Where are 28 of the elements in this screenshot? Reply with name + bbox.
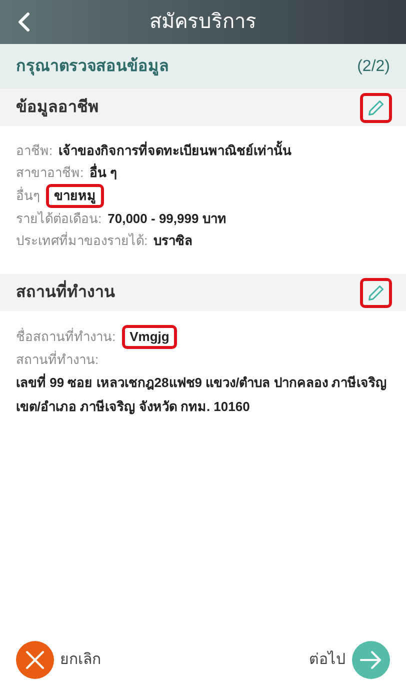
field-value: บราซิล [154, 232, 193, 250]
pencil-icon [367, 98, 385, 116]
field-value: Vmgjg [122, 325, 178, 349]
pencil-icon [367, 284, 385, 302]
field-label: อาชีพ: [16, 142, 53, 160]
field-value: 70,000 - 99,999 บาท [108, 210, 226, 228]
field-value: เจ้าของกิจการที่จดทะเบียนพาณิชย์เท่านั้น [58, 140, 292, 162]
field-label: ประเทศที่มาของรายได้: [16, 230, 148, 250]
field-label: สถานที่ทำงาน: [16, 350, 100, 369]
section-title: ข้อมูลอาชีพ [16, 97, 99, 119]
field-value: ขายหมู [46, 184, 104, 208]
field-label: ชื่อสถานที่ทำงาน: [16, 326, 116, 346]
arrow-right-icon [352, 641, 390, 679]
page-title: สมัครบริการ [150, 10, 256, 35]
review-title: กรุณาตรวจสอนข้อมูล [16, 56, 169, 78]
field-value: เลขที่ 99 ซอย เหลวเชกฎ28แฟช9 แขวง/ตำบล ปากคลอง ภาษีเจริญ เขต/อำเภอ ภาษีเจริญ จังหวัด กทม. 10160 [16, 372, 388, 416]
edit-button[interactable] [360, 92, 392, 122]
next-button[interactable]: ต่อไป [309, 641, 390, 679]
edit-button[interactable] [360, 278, 392, 308]
section-title: สถานที่ทำงาน [16, 280, 115, 304]
field-value: อื่น ๆ [90, 162, 118, 182]
step-counter: (2/2) [357, 56, 390, 76]
cancel-button[interactable]: ยกเลิก [16, 641, 101, 679]
close-icon [16, 641, 54, 679]
field-label: สาขาอาชีพ: [16, 164, 84, 182]
back-icon [17, 12, 31, 32]
field-label: รายได้ต่อเดือน: [16, 210, 102, 228]
field-label: อื่นๆ [16, 186, 40, 205]
